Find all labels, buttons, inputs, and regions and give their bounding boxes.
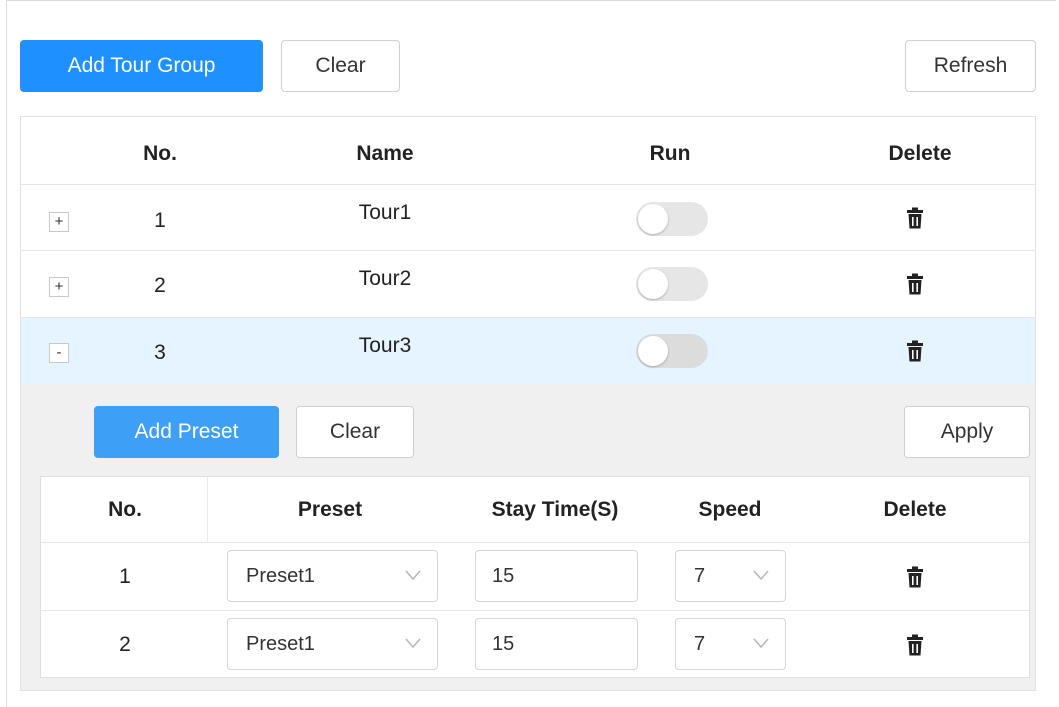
- toggle-knob: [638, 204, 668, 234]
- tour-name: Tour1: [358, 201, 412, 224]
- add-tour-group-button[interactable]: Add Tour Group: [20, 40, 263, 92]
- chevron-down-icon: [405, 570, 421, 581]
- preset-select[interactable]: Preset1: [227, 550, 438, 602]
- col-header-run: Run: [649, 142, 691, 165]
- speed-select[interactable]: 7: [675, 618, 786, 670]
- trash-icon[interactable]: [905, 340, 925, 362]
- trash-icon[interactable]: [905, 273, 925, 295]
- speed-select[interactable]: 7: [675, 550, 786, 602]
- toggle-knob: [638, 336, 668, 366]
- preset-select-value: Preset1: [246, 565, 315, 587]
- tour-no: 3: [154, 341, 166, 364]
- speed-select-value: 7: [694, 565, 706, 587]
- trash-icon[interactable]: [905, 634, 925, 656]
- collapse-row-button[interactable]: -: [49, 343, 69, 363]
- expand-row-button[interactable]: +: [49, 277, 69, 297]
- table-row: 1 Preset1 7: [41, 543, 1029, 610]
- speed-select-value: 7: [694, 633, 706, 655]
- col-header-delete: Delete: [883, 498, 947, 521]
- trash-icon[interactable]: [905, 207, 925, 229]
- run-toggle[interactable]: [636, 334, 708, 368]
- apply-button[interactable]: Apply: [904, 406, 1030, 458]
- tour-no: 1: [154, 209, 166, 232]
- preset-no: 1: [119, 565, 131, 588]
- stay-time-input[interactable]: [475, 550, 638, 602]
- tour-name: Tour3: [358, 334, 412, 357]
- stay-time-input[interactable]: [475, 618, 638, 670]
- clear-tours-button[interactable]: Clear: [281, 40, 400, 92]
- chevron-down-icon: [753, 570, 769, 581]
- chevron-down-icon: [753, 638, 769, 649]
- tour-no: 2: [154, 274, 166, 297]
- table-row: + 1 Tour1: [21, 185, 1035, 250]
- preset-select-value: Preset1: [246, 633, 315, 655]
- toggle-knob: [638, 269, 668, 299]
- table-row: 2 Preset1 7: [41, 611, 1029, 677]
- run-toggle[interactable]: [636, 267, 708, 301]
- chevron-down-icon: [405, 638, 421, 649]
- table-row: + 2 Tour2: [21, 251, 1035, 317]
- tour-name: Tour2: [358, 267, 412, 290]
- column-divider: [207, 477, 208, 542]
- table-row-selected: - 3 Tour3: [21, 318, 1035, 384]
- col-header-name: Name: [356, 142, 414, 165]
- refresh-button[interactable]: Refresh: [905, 40, 1036, 92]
- col-header-stay-time: Stay Time(S): [491, 498, 619, 521]
- run-toggle[interactable]: [636, 202, 708, 236]
- col-header-preset: Preset: [297, 498, 363, 521]
- col-header-no: No.: [143, 142, 177, 165]
- expand-row-button[interactable]: +: [49, 212, 69, 232]
- clear-presets-button[interactable]: Clear: [296, 406, 414, 458]
- col-header-delete: Delete: [888, 142, 952, 165]
- col-header-speed: Speed: [698, 498, 762, 521]
- add-preset-button[interactable]: Add Preset: [94, 406, 279, 458]
- trash-icon[interactable]: [905, 566, 925, 588]
- col-header-no: No.: [108, 498, 142, 521]
- preset-select[interactable]: Preset1: [227, 618, 438, 670]
- preset-no: 2: [119, 633, 131, 656]
